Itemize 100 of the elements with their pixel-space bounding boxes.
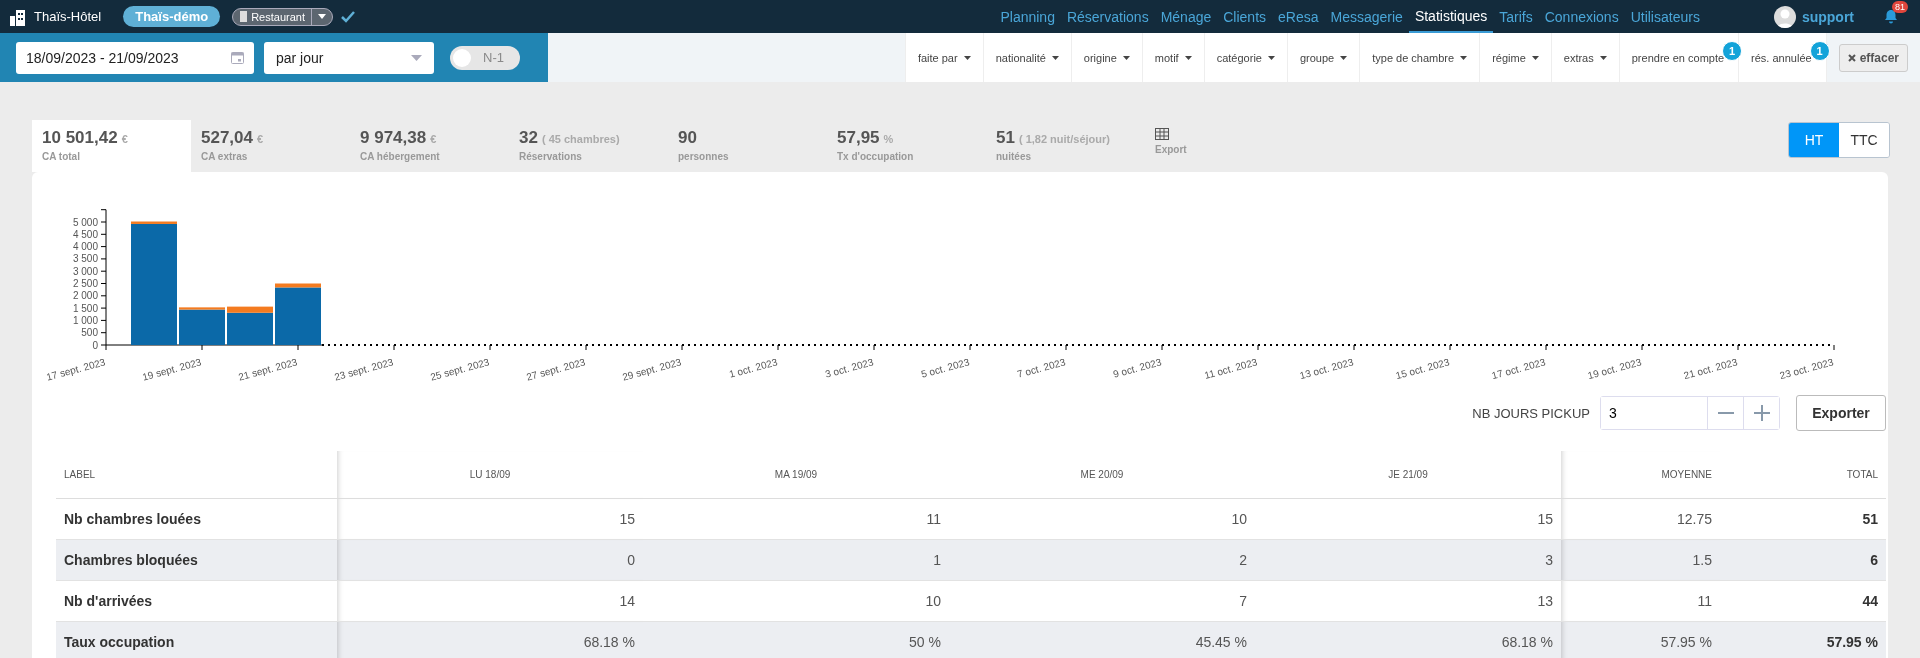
- x-tick-label: 23 oct. 2023: [1778, 356, 1835, 382]
- x-tick-label: 13 oct. 2023: [1298, 356, 1355, 382]
- table-cell: 3: [1255, 540, 1561, 581]
- caret-icon: [1051, 55, 1059, 60]
- check-icon[interactable]: [341, 10, 355, 23]
- avatar-icon[interactable]: [1773, 5, 1796, 28]
- table-cell: 15: [337, 499, 643, 540]
- nav-tab[interactable]: Utilisateurs: [1624, 0, 1706, 33]
- kpi-label: Tx d'occupation: [837, 151, 915, 162]
- y-tick-label: 2 500: [72, 278, 98, 289]
- close-icon: [1847, 53, 1856, 62]
- x-tick-label: 19 sept. 2023: [141, 356, 203, 382]
- bell-icon[interactable]: [1884, 9, 1898, 24]
- nav-tab[interactable]: eResa: [1272, 0, 1325, 33]
- row-label: Taux occupation: [56, 622, 337, 658]
- y-tick-label: 3 500: [72, 253, 98, 265]
- x-tick-label: 27 sept. 2023: [525, 356, 587, 382]
- table-cell: 68.18 %: [1255, 622, 1561, 658]
- y-tick-label: 1 000: [72, 314, 98, 326]
- kpi-unit: ( 45 chambres): [541, 133, 620, 145]
- x-tick-label: 1 oct. 2023: [727, 356, 779, 380]
- x-tick-label: 25 sept. 2023: [429, 356, 491, 382]
- caret-icon: [1340, 55, 1348, 60]
- building-icon: [239, 11, 249, 22]
- table-cell: 68.18 %: [337, 622, 643, 658]
- caret-icon: [411, 54, 422, 61]
- kpi-label: CA hébergement: [360, 151, 441, 162]
- minus-icon: [1717, 412, 1734, 414]
- average-cell: 57.95 %: [1561, 622, 1720, 658]
- x-tick-label: 29 sept. 2023: [621, 356, 683, 382]
- table-cell: 14: [337, 581, 643, 622]
- kpi-label: nuitées: [996, 151, 1032, 162]
- user-name[interactable]: support: [1801, 8, 1854, 25]
- kpi-label: CA total: [42, 151, 81, 162]
- kpi-value: 527,04: [201, 128, 253, 148]
- kpi-value: 32: [519, 128, 538, 148]
- table-cell: 1: [643, 540, 949, 581]
- kpi-unit: €: [430, 133, 437, 145]
- kpi-value: 90: [678, 128, 697, 148]
- average-cell: 12.75: [1561, 499, 1720, 540]
- x-tick-label: 23 sept. 2023: [333, 356, 395, 382]
- calendar-icon: [231, 51, 244, 64]
- x-tick-label: 3 oct. 2023: [823, 356, 875, 380]
- nav-tab[interactable]: Ménage: [1154, 0, 1218, 33]
- export-button[interactable]: Exporter: [1796, 395, 1886, 431]
- nav-tab[interactable]: Tarifs: [1493, 0, 1539, 33]
- increment-button[interactable]: [1743, 397, 1779, 429]
- y-tick-label: 5 000: [72, 216, 98, 228]
- x-tick-label: 21 sept. 2023: [237, 356, 299, 382]
- caret-icon: [1599, 55, 1607, 60]
- nav-tab[interactable]: Messagerie: [1324, 0, 1409, 33]
- total-cell: 57.95 %: [1720, 622, 1886, 658]
- nav-tab[interactable]: Planning: [994, 0, 1061, 33]
- kpi-label: CA extras: [201, 151, 249, 162]
- kpi-value: 9 974,38: [360, 128, 427, 148]
- kpi-unit: %: [883, 133, 894, 145]
- x-tick-label: 7 oct. 2023: [1015, 356, 1067, 380]
- filter-toggle[interactable]: prendre en compte 1: [1618, 33, 1739, 82]
- x-tick-label: 17 sept. 2023: [45, 356, 107, 382]
- caret-icon: [1184, 55, 1192, 60]
- nav-tab[interactable]: Réservations: [1060, 0, 1155, 33]
- x-tick-label: 17 oct. 2023: [1490, 356, 1547, 382]
- kpi-label: personnes: [678, 151, 730, 162]
- row-label: Chambres bloquées: [56, 540, 337, 581]
- kpi-tab[interactable]: 10 501,42 € CA total: [32, 120, 191, 172]
- caret-icon: [318, 14, 326, 19]
- nav-tab[interactable]: Clients: [1217, 0, 1273, 33]
- table-cell: 0: [337, 540, 643, 581]
- caret-icon: [1460, 55, 1468, 60]
- kpi-value: 57,95: [837, 128, 880, 148]
- x-tick-label: 15 oct. 2023: [1394, 356, 1451, 382]
- date-range-field[interactable]: 18/09/2023 - 21/09/2023: [16, 41, 254, 74]
- y-tick-label: 4 500: [72, 228, 98, 240]
- caret-icon: [963, 55, 971, 60]
- y-tick-label: 3 000: [72, 265, 98, 277]
- kpi-value: 10 501,42: [42, 128, 118, 148]
- average-cell: 1.5: [1561, 540, 1720, 581]
- app-name: Thaïs-Hôtel: [34, 9, 102, 24]
- y-tick-label: 1 500: [72, 302, 98, 314]
- caret-icon: [1267, 55, 1275, 60]
- table-cell: 45.45 %: [949, 622, 1255, 658]
- tax-toggle-button[interactable]: TTC: [1839, 123, 1889, 157]
- y-tick-label: 2 000: [72, 290, 98, 302]
- kpi-unit: €: [257, 133, 264, 145]
- notification-count: 81: [1892, 1, 1908, 13]
- x-tick-label: 9 oct. 2023: [1111, 356, 1163, 380]
- table-cell: 50 %: [643, 622, 949, 658]
- pickup-stepper[interactable]: 3: [1600, 396, 1780, 430]
- pickup-label: NB JOURS PICKUP: [1472, 405, 1590, 421]
- table-icon: [1155, 128, 1169, 140]
- caret-icon: [1531, 55, 1539, 60]
- period-select[interactable]: par jour: [264, 41, 434, 74]
- x-tick-label: 5 oct. 2023: [919, 356, 971, 380]
- nav-tab[interactable]: Connexions: [1538, 0, 1625, 33]
- table-cell: 2: [949, 540, 1255, 581]
- plus-icon: [1753, 405, 1770, 421]
- y-tick-label: 4 000: [72, 241, 98, 253]
- clear-button[interactable]: effacer: [1838, 43, 1908, 72]
- y-tick-label: 0: [92, 339, 98, 351]
- kpi-unit: ( 1,82 nuit/séjour): [1018, 133, 1110, 145]
